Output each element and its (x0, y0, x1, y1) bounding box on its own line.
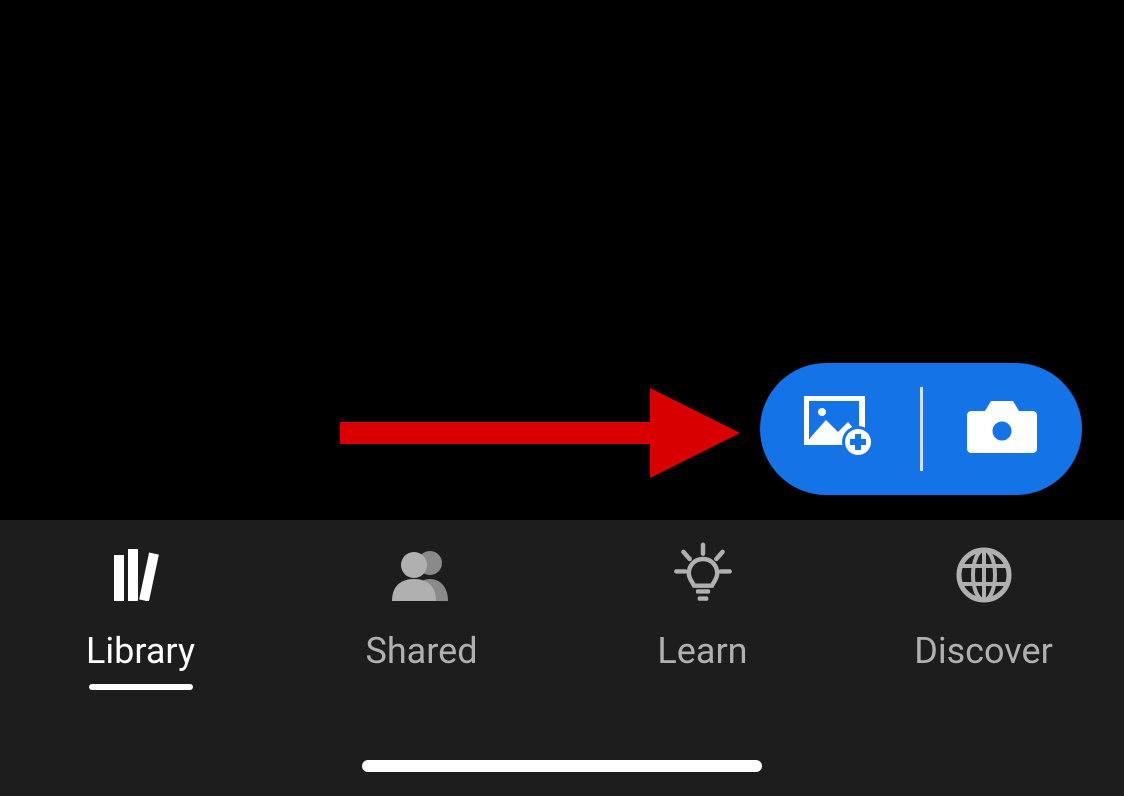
tab-label: Learn (657, 630, 747, 672)
tab-learn[interactable]: Learn (562, 520, 843, 796)
tab-label: Shared (365, 630, 477, 672)
tab-label: Discover (914, 630, 1053, 672)
lightbulb-icon (671, 548, 735, 602)
people-icon (390, 548, 454, 602)
image-add-icon (804, 396, 876, 462)
camera-button[interactable] (923, 363, 1083, 495)
active-underline (89, 684, 193, 690)
tab-label: Library (86, 630, 195, 672)
add-photo-button[interactable] (760, 363, 920, 495)
globe-icon (952, 548, 1016, 602)
floating-action-button (760, 363, 1082, 495)
tab-library[interactable]: Library (0, 520, 281, 796)
tab-shared[interactable]: Shared (281, 520, 562, 796)
home-indicator[interactable] (362, 760, 762, 772)
tab-discover[interactable]: Discover (843, 520, 1124, 796)
books-icon (109, 548, 173, 602)
bottom-tab-bar: Library Shared (0, 520, 1124, 796)
camera-icon (967, 399, 1037, 459)
annotation-arrow (340, 388, 740, 478)
